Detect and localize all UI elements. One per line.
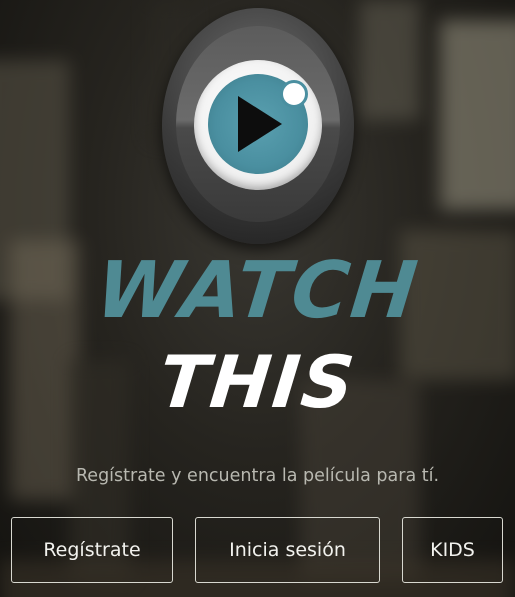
kids-button[interactable]: KIDS (402, 517, 503, 583)
play-eye-icon (162, 8, 354, 244)
tagline: Regístrate y encuentra la película para … (75, 466, 440, 486)
landing-screen: WATCH THIS Regístrate y encuentra la pel… (0, 0, 515, 597)
logo-eye-white (194, 60, 322, 190)
brand-word-watch: WATCH (91, 246, 424, 336)
login-button[interactable]: Inicia sesión (195, 517, 380, 583)
logo-ring (176, 26, 340, 222)
background-blur (440, 20, 515, 210)
logo-iris (208, 74, 308, 174)
brand-word-this: THIS (155, 340, 360, 424)
background-blur (360, 0, 420, 120)
play-icon (238, 96, 282, 152)
logo-glint (280, 80, 308, 108)
register-button[interactable]: Regístrate (11, 517, 173, 583)
